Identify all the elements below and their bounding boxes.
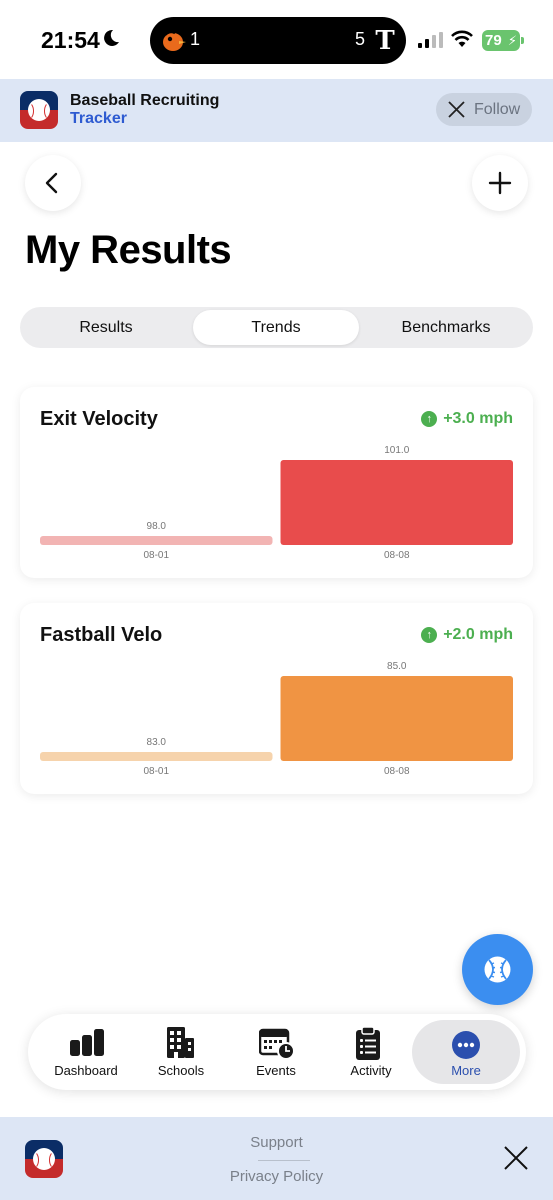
x-tick-label: 08-01	[143, 550, 169, 561]
battery-tip	[521, 37, 524, 44]
add-result-button[interactable]	[472, 155, 528, 211]
trend-card-exit-velocity[interactable]: Exit Velocity ↑ +3.0 mph 98.0 08-01 101.0 08…	[20, 387, 533, 578]
clipboard-icon	[356, 1026, 380, 1060]
rangers-logo-icon: T	[375, 26, 395, 56]
bar-value-label: 98.0	[147, 521, 167, 532]
banner-app-name: Baseball Recruiting	[70, 92, 220, 109]
x-tick-label: 08-08	[384, 550, 410, 561]
follow-label: Follow	[474, 101, 521, 118]
bar-08-08	[280, 676, 513, 761]
nav-label: More	[451, 1063, 481, 1078]
trend-delta: ↑ +2.0 mph	[421, 626, 513, 644]
nav-label: Activity	[350, 1063, 392, 1078]
trend-chart: 83.0 08-01 85.0 08-08	[40, 661, 513, 777]
moon-icon	[104, 29, 119, 46]
tab-benchmarks[interactable]: Benchmarks	[362, 310, 530, 345]
orioles-bird-icon	[163, 30, 186, 51]
nav-events[interactable]: Events	[230, 1014, 322, 1090]
bottom-tab-bar: Dashboard Schools Events Activity More	[28, 1014, 526, 1090]
building-icon	[167, 1027, 194, 1058]
tab-results[interactable]: Results	[22, 310, 190, 345]
segmented-control: Results Trends Benchmarks	[20, 307, 533, 348]
clock: 21:54	[41, 27, 100, 53]
x-tick-label: 08-08	[384, 766, 410, 777]
trend-delta-value: +3.0 mph	[443, 410, 513, 427]
baseball-icon	[484, 956, 511, 983]
banner-app-name-sub: Tracker	[70, 110, 127, 127]
support-link[interactable]: Support	[0, 1134, 553, 1151]
close-icon[interactable]	[503, 1145, 529, 1171]
bar-value-label: 83.0	[147, 737, 167, 748]
footer-banner: Support Privacy Policy	[0, 1117, 553, 1200]
back-button[interactable]	[25, 155, 81, 211]
cellular-signal-icon	[418, 32, 443, 48]
bar-value-label: 101.0	[384, 445, 409, 456]
privacy-policy-link[interactable]: Privacy Policy	[0, 1168, 553, 1185]
follow-button[interactable]: Follow	[436, 93, 532, 126]
plus-icon	[488, 171, 512, 195]
close-icon	[448, 101, 465, 118]
arrow-up-icon: ↑	[421, 411, 438, 427]
home-score: 5	[355, 29, 366, 49]
trend-card-fastball-velo[interactable]: Fastball Velo ↑ +2.0 mph 83.0 08-01 85.0 08-…	[20, 603, 533, 794]
bar-value-label: 85.0	[387, 661, 407, 672]
arrow-up-icon: ↑	[421, 627, 438, 643]
bar-08-08	[280, 460, 513, 545]
charging-bolt-icon: ⚡	[507, 33, 517, 48]
app-logo-icon[interactable]	[20, 91, 58, 129]
bar-chart-icon	[70, 1029, 104, 1056]
trend-delta-value: +2.0 mph	[443, 626, 513, 643]
status-bar: 21:54 1 5 T 79 ⚡	[0, 0, 553, 80]
nav-label: Events	[256, 1063, 296, 1078]
away-score: 1	[190, 29, 201, 49]
nav-dashboard[interactable]: Dashboard	[40, 1014, 132, 1090]
dynamic-island-live-score[interactable]: 1 5 T	[150, 17, 406, 64]
log-result-fab[interactable]	[462, 934, 533, 1005]
nav-activity[interactable]: Activity	[325, 1014, 417, 1090]
battery-level: 79	[485, 32, 502, 49]
more-icon	[452, 1031, 480, 1059]
bar-08-01	[40, 536, 273, 545]
x-tick-label: 08-01	[143, 766, 169, 777]
card-title: Fastball Velo	[40, 624, 163, 646]
page-title: My Results	[25, 228, 232, 272]
wifi-icon	[451, 30, 473, 47]
footer-divider	[258, 1160, 310, 1161]
calendar-clock-icon	[259, 1028, 295, 1060]
nav-more[interactable]: More	[412, 1020, 520, 1084]
chevron-left-icon	[45, 172, 58, 194]
trend-chart: 98.0 08-01 101.0 08-08	[40, 445, 513, 561]
bar-08-01	[40, 752, 273, 761]
nav-label: Schools	[157, 1063, 205, 1078]
trend-delta: ↑ +3.0 mph	[421, 410, 513, 428]
tab-trends[interactable]: Trends	[193, 310, 359, 345]
nav-label: Dashboard	[54, 1063, 118, 1078]
card-title: Exit Velocity	[40, 408, 158, 430]
nav-schools[interactable]: Schools	[135, 1014, 227, 1090]
battery-indicator: 79 ⚡	[482, 30, 520, 51]
